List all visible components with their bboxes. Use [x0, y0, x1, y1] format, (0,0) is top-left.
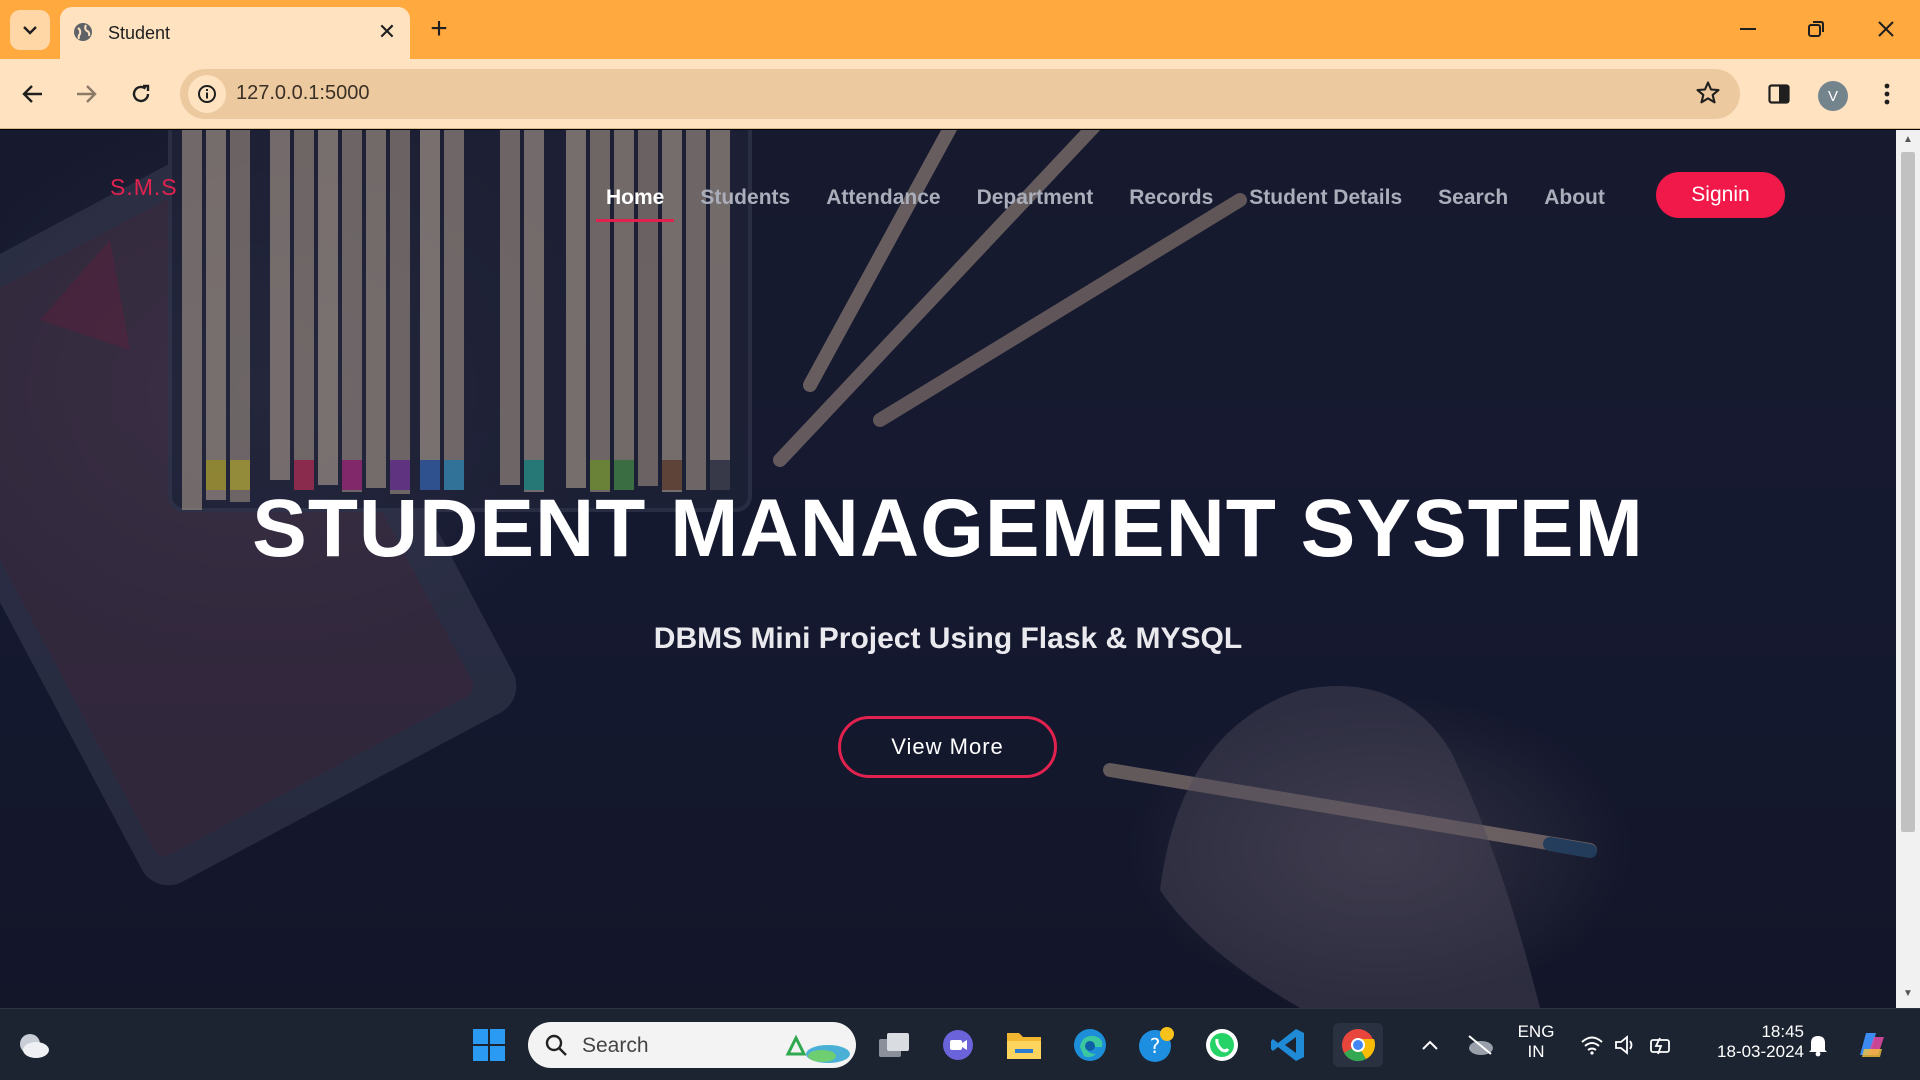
minimize-button[interactable] — [1724, 8, 1772, 50]
windows-icon — [473, 1029, 505, 1061]
nav-students[interactable]: Students — [688, 186, 802, 222]
chevron-up-icon — [1422, 1040, 1438, 1050]
bell-icon — [1809, 1036, 1827, 1057]
menu-button[interactable] — [1866, 73, 1908, 115]
help-icon: ? — [1139, 1027, 1174, 1062]
info-icon — [198, 85, 216, 103]
web-page: S.M.S Home Students Attendance Departmen… — [0, 130, 1896, 1008]
tab-title: Student — [108, 23, 171, 43]
file-explorer-button[interactable] — [1002, 1023, 1046, 1067]
language-region: IN — [1527, 1042, 1545, 1061]
wifi-icon — [1581, 1036, 1603, 1055]
back-button[interactable] — [12, 73, 54, 115]
language-code: ENG — [1517, 1022, 1555, 1041]
nav-records[interactable]: Records — [1117, 186, 1225, 222]
notifications-button[interactable] — [1796, 1023, 1840, 1067]
scroll-up-icon[interactable]: ▲ — [1901, 134, 1915, 148]
new-tab-button[interactable]: + — [422, 12, 456, 46]
whatsapp-icon — [1206, 1029, 1238, 1061]
close-tab-icon[interactable]: ✕ — [374, 19, 400, 45]
page-scrollbar[interactable]: ▲ ▼ — [1896, 130, 1920, 1008]
close-window-button[interactable] — [1862, 8, 1910, 50]
scroll-down-icon[interactable]: ▼ — [1901, 988, 1915, 1002]
cloud-icon — [20, 1034, 49, 1058]
signin-button[interactable]: Signin — [1656, 172, 1785, 218]
minimize-icon — [1740, 28, 1756, 30]
battery-button[interactable] — [1640, 1023, 1684, 1067]
recycle-icon — [785, 1034, 850, 1063]
nav-student-details[interactable]: Student Details — [1237, 186, 1414, 222]
address-bar[interactable]: 127.0.0.1:5000 — [180, 69, 1740, 119]
browser-toolbar: 127.0.0.1:5000 V — [0, 59, 1920, 129]
video-chat-icon — [943, 1030, 973, 1060]
reload-button[interactable] — [120, 73, 162, 115]
clock-time: 18:45 — [1761, 1022, 1804, 1041]
close-icon — [1878, 21, 1894, 37]
language-indicator[interactable]: ENG IN — [1510, 1022, 1562, 1062]
nav-attendance[interactable]: Attendance — [814, 186, 952, 222]
chevron-down-icon — [23, 26, 37, 35]
scroll-thumb[interactable] — [1901, 152, 1915, 832]
side-panel-button[interactable] — [1758, 73, 1800, 115]
chrome-icon — [1342, 1029, 1376, 1062]
whatsapp-button[interactable] — [1200, 1023, 1244, 1067]
nav-search[interactable]: Search — [1426, 186, 1520, 222]
start-button[interactable] — [467, 1023, 511, 1067]
site-logo[interactable]: S.M.S — [110, 174, 178, 201]
show-hidden-icons-button[interactable] — [1408, 1023, 1452, 1067]
arrow-right-icon — [77, 85, 97, 103]
forward-button[interactable] — [65, 73, 107, 115]
more-vertical-icon — [1884, 83, 1890, 105]
star-icon — [1696, 81, 1720, 104]
vscode-button[interactable] — [1266, 1023, 1310, 1067]
view-more-button[interactable]: View More — [838, 716, 1057, 778]
nav-home[interactable]: Home — [594, 186, 676, 222]
folder-icon — [1007, 1033, 1041, 1059]
teams-chat-button[interactable] — [936, 1023, 980, 1067]
profile-avatar[interactable]: V — [1818, 81, 1848, 111]
battery-charging-icon — [1650, 1037, 1670, 1055]
taskbar-search-label: Search — [582, 1034, 649, 1057]
tab-search-button[interactable] — [10, 10, 50, 50]
nav-department[interactable]: Department — [965, 186, 1106, 222]
volume-icon — [1615, 1035, 1633, 1055]
copilot-button[interactable] — [1850, 1023, 1894, 1067]
bookmark-button[interactable] — [1694, 79, 1722, 112]
taskbar-search[interactable]: Search — [528, 1022, 856, 1068]
main-nav: Home Students Attendance Department Reco… — [594, 186, 1629, 222]
side-panel-icon — [1768, 84, 1790, 104]
cloud-offline-icon — [1468, 1035, 1493, 1055]
onedrive-button[interactable] — [1458, 1023, 1502, 1067]
chrome-button[interactable] — [1333, 1023, 1383, 1067]
clock[interactable]: 18:45 18-03-2024 — [1694, 1022, 1804, 1062]
hero-subtitle: DBMS Mini Project Using Flask & MYSQL — [653, 622, 1243, 655]
edge-browser-button[interactable] — [1068, 1023, 1112, 1067]
get-help-button[interactable]: ? — [1134, 1023, 1178, 1067]
weather-widget[interactable] — [12, 1023, 56, 1067]
task-view-icon — [879, 1033, 909, 1057]
site-info-button[interactable] — [188, 75, 226, 113]
globe-icon — [74, 23, 92, 41]
clock-date: 18-03-2024 — [1717, 1042, 1804, 1061]
url-text[interactable]: 127.0.0.1:5000 — [236, 82, 369, 105]
hero-title: STUDENT MANAGEMENT SYSTEM — [252, 483, 1644, 574]
svg-text:?: ? — [1150, 1034, 1161, 1058]
browser-tab[interactable]: Student ✕ — [60, 7, 410, 59]
task-view-button[interactable] — [872, 1023, 916, 1067]
edge-icon — [1074, 1029, 1106, 1061]
restore-button[interactable] — [1792, 8, 1840, 50]
copilot-icon — [1860, 1033, 1884, 1057]
vscode-icon — [1271, 1029, 1304, 1061]
search-icon — [545, 1034, 567, 1056]
browser-tab-bar: Student ✕ + — [0, 0, 1920, 59]
restore-icon — [1808, 21, 1824, 37]
reload-icon — [132, 84, 150, 103]
taskbar: Search ? ENG IN 18:45 18-03-2024 — [0, 1008, 1920, 1080]
nav-about[interactable]: About — [1532, 186, 1617, 222]
arrow-left-icon — [22, 85, 42, 103]
